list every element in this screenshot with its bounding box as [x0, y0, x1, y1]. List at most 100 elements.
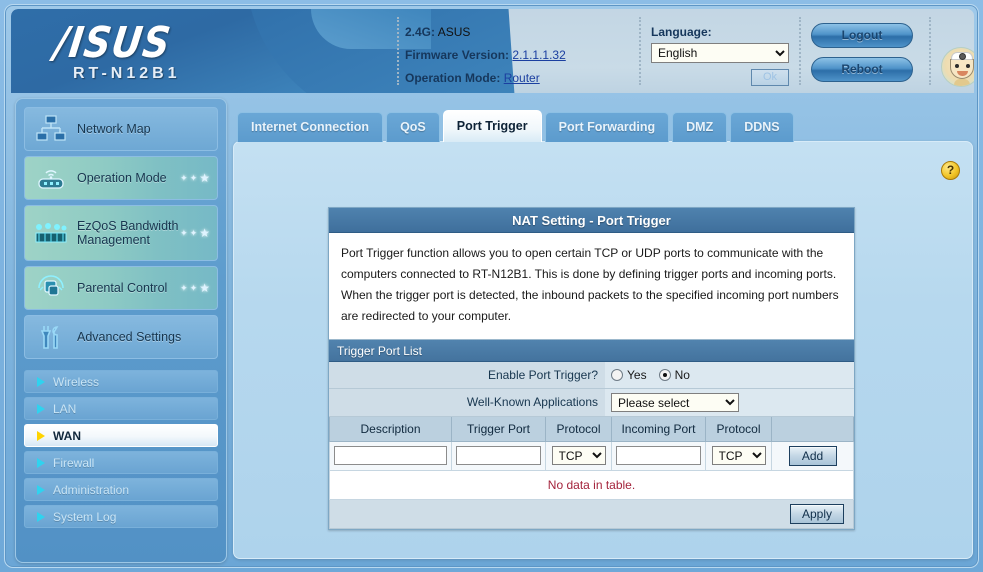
firmware-label: Firmware Version: [405, 48, 510, 62]
chevron-right-icon [37, 484, 45, 495]
doctor-mascot-icon [941, 47, 974, 87]
radio-no-wrapper[interactable]: No [658, 368, 690, 382]
language-ok-button[interactable]: Ok [751, 69, 789, 86]
column-protocol-incoming: Protocol [705, 417, 772, 442]
sidebar-item-wan[interactable]: WAN [24, 424, 218, 447]
tab-internet-connection[interactable]: Internet Connection [237, 112, 384, 142]
sidebar-label: Parental Control [77, 281, 168, 295]
sidebar-item-administration[interactable]: Administration [24, 478, 218, 501]
banner-divider-2 [639, 17, 641, 85]
add-button[interactable]: Add [788, 445, 837, 466]
parental-control-icon [25, 275, 77, 301]
table-input-row: TCP TCP Add [329, 440, 854, 471]
session-buttons: Logout Reboot [811, 23, 913, 91]
sidebar-sub-label: WAN [53, 428, 81, 443]
trigger-port-table: Description Trigger Port Protocol Incomi… [329, 417, 854, 471]
chevron-right-icon [37, 403, 45, 414]
tab-port-forwarding[interactable]: Port Forwarding [544, 112, 670, 142]
logout-button[interactable]: Logout [811, 23, 913, 48]
sidebar-item-network-map[interactable]: Network Map [24, 107, 218, 151]
incoming-port-input[interactable] [616, 446, 701, 465]
cell-add-action: Add [771, 440, 854, 471]
premium-stars-icon: ✦ ✦ ★ [180, 171, 210, 185]
premium-stars-icon: ✦ ✦ ★ [180, 281, 210, 295]
cell-protocol-trigger: TCP [545, 440, 612, 471]
main-sidebar: Network Map Operation Mode ✦ ✦ ★ EzQoS B… [15, 98, 227, 563]
chevron-right-icon [37, 457, 45, 468]
sidebar-item-firewall[interactable]: Firewall [24, 451, 218, 474]
language-block: Language: English Ok [651, 25, 789, 86]
sidebar-label: Operation Mode [77, 171, 167, 185]
opmode-link[interactable]: Router [504, 71, 540, 85]
well-known-applications-row: Well-Known Applications Please select [329, 389, 854, 417]
nat-port-trigger-card: NAT Setting - Port Trigger Port Trigger … [328, 207, 855, 530]
sidebar-item-system-log[interactable]: System Log [24, 505, 218, 528]
router-signal-icon [25, 164, 77, 192]
content-area: Internet Connection QoS Port Trigger Por… [233, 98, 973, 563]
opmode-info-line: Operation Mode: Router [405, 71, 566, 85]
sidebar-sub-label: System Log [53, 509, 117, 524]
tab-qos[interactable]: QoS [386, 112, 440, 142]
trigger-port-input[interactable] [456, 446, 541, 465]
router-model-name: RT-N12B1 [73, 65, 181, 82]
banner-divider-4 [929, 17, 931, 85]
sidebar-item-ezqos[interactable]: EzQoS Bandwidth Management ✦ ✦ ★ [24, 205, 218, 261]
sidebar-sub-label: LAN [53, 401, 77, 416]
radio-yes-wrapper[interactable]: Yes [611, 368, 647, 382]
opmode-label: Operation Mode: [405, 71, 501, 85]
card-description: Port Trigger function allows you to open… [329, 233, 854, 340]
apply-button[interactable]: Apply [790, 503, 844, 524]
column-description: Description [329, 417, 452, 442]
sidebar-item-parental-control[interactable]: Parental Control ✦ ✦ ★ [24, 266, 218, 310]
radio-no-label: No [674, 368, 690, 382]
banner-divider-1 [397, 17, 399, 85]
tab-bar: Internet Connection QoS Port Trigger Por… [237, 110, 797, 142]
language-label: Language: [651, 25, 712, 39]
reboot-button[interactable]: Reboot [811, 57, 913, 82]
well-known-applications-label: Well-Known Applications [329, 389, 605, 416]
router-info-block: 2.4G: ASUS Firmware Version: 2.1.1.1.32 … [405, 25, 566, 93]
content-panel: ? NAT Setting - Port Trigger Port Trigge… [233, 141, 973, 559]
description-input[interactable] [334, 446, 447, 465]
sidebar-item-operation-mode[interactable]: Operation Mode ✦ ✦ ★ [24, 156, 218, 200]
tab-dmz[interactable]: DMZ [672, 112, 728, 142]
cell-protocol-incoming: TCP [705, 440, 772, 471]
firmware-info-line: Firmware Version: 2.1.1.1.32 [405, 48, 566, 62]
radio-yes-label: Yes [627, 368, 647, 382]
radio-no[interactable] [658, 369, 671, 381]
enable-port-trigger-controls: Yes No [605, 362, 854, 388]
trigger-port-list-header: Trigger Port List [329, 340, 854, 362]
radio-yes[interactable] [611, 369, 623, 381]
asus-logo: /ISUS [51, 17, 175, 68]
help-icon[interactable]: ? [941, 161, 960, 180]
chevron-right-icon [37, 430, 45, 441]
firmware-version-link[interactable]: 2.1.1.1.32 [512, 48, 565, 62]
cell-trigger-port [451, 440, 546, 471]
sidebar-item-advanced-settings[interactable]: Advanced Settings [24, 315, 218, 359]
protocol-incoming-select[interactable]: TCP [711, 446, 766, 465]
band-info-line: 2.4G: ASUS [405, 25, 566, 39]
chevron-right-icon [37, 376, 45, 387]
column-trigger-port: Trigger Port [451, 417, 546, 442]
well-known-applications-select[interactable]: Please select [611, 393, 739, 412]
language-select[interactable]: English [651, 43, 789, 63]
table-header-row: Description Trigger Port Protocol Incomi… [329, 417, 854, 442]
band-label: 2.4G: [405, 25, 436, 39]
protocol-trigger-select[interactable]: TCP [551, 446, 606, 465]
banner-divider-3 [799, 17, 801, 85]
cell-description [329, 440, 452, 471]
sidebar-sub-label: Administration [53, 482, 130, 497]
bandwidth-bars-icon [25, 220, 77, 246]
sidebar-sub-label: Wireless [53, 374, 100, 389]
sidebar-item-wireless[interactable]: Wireless [24, 370, 218, 393]
network-map-icon [25, 115, 77, 143]
chevron-right-icon [37, 511, 45, 522]
tab-port-trigger[interactable]: Port Trigger [442, 110, 542, 142]
tab-ddns[interactable]: DDNS [730, 112, 794, 142]
sidebar-item-lan[interactable]: LAN [24, 397, 218, 420]
router-admin-window: /ISUS RT-N12B1 2.4G: ASUS Firmware Versi… [4, 4, 979, 568]
band-value: ASUS [437, 25, 471, 39]
sidebar-sub-label: Firewall [53, 455, 95, 470]
card-title: NAT Setting - Port Trigger [329, 208, 854, 233]
column-incoming-port: Incoming Port [611, 417, 706, 442]
